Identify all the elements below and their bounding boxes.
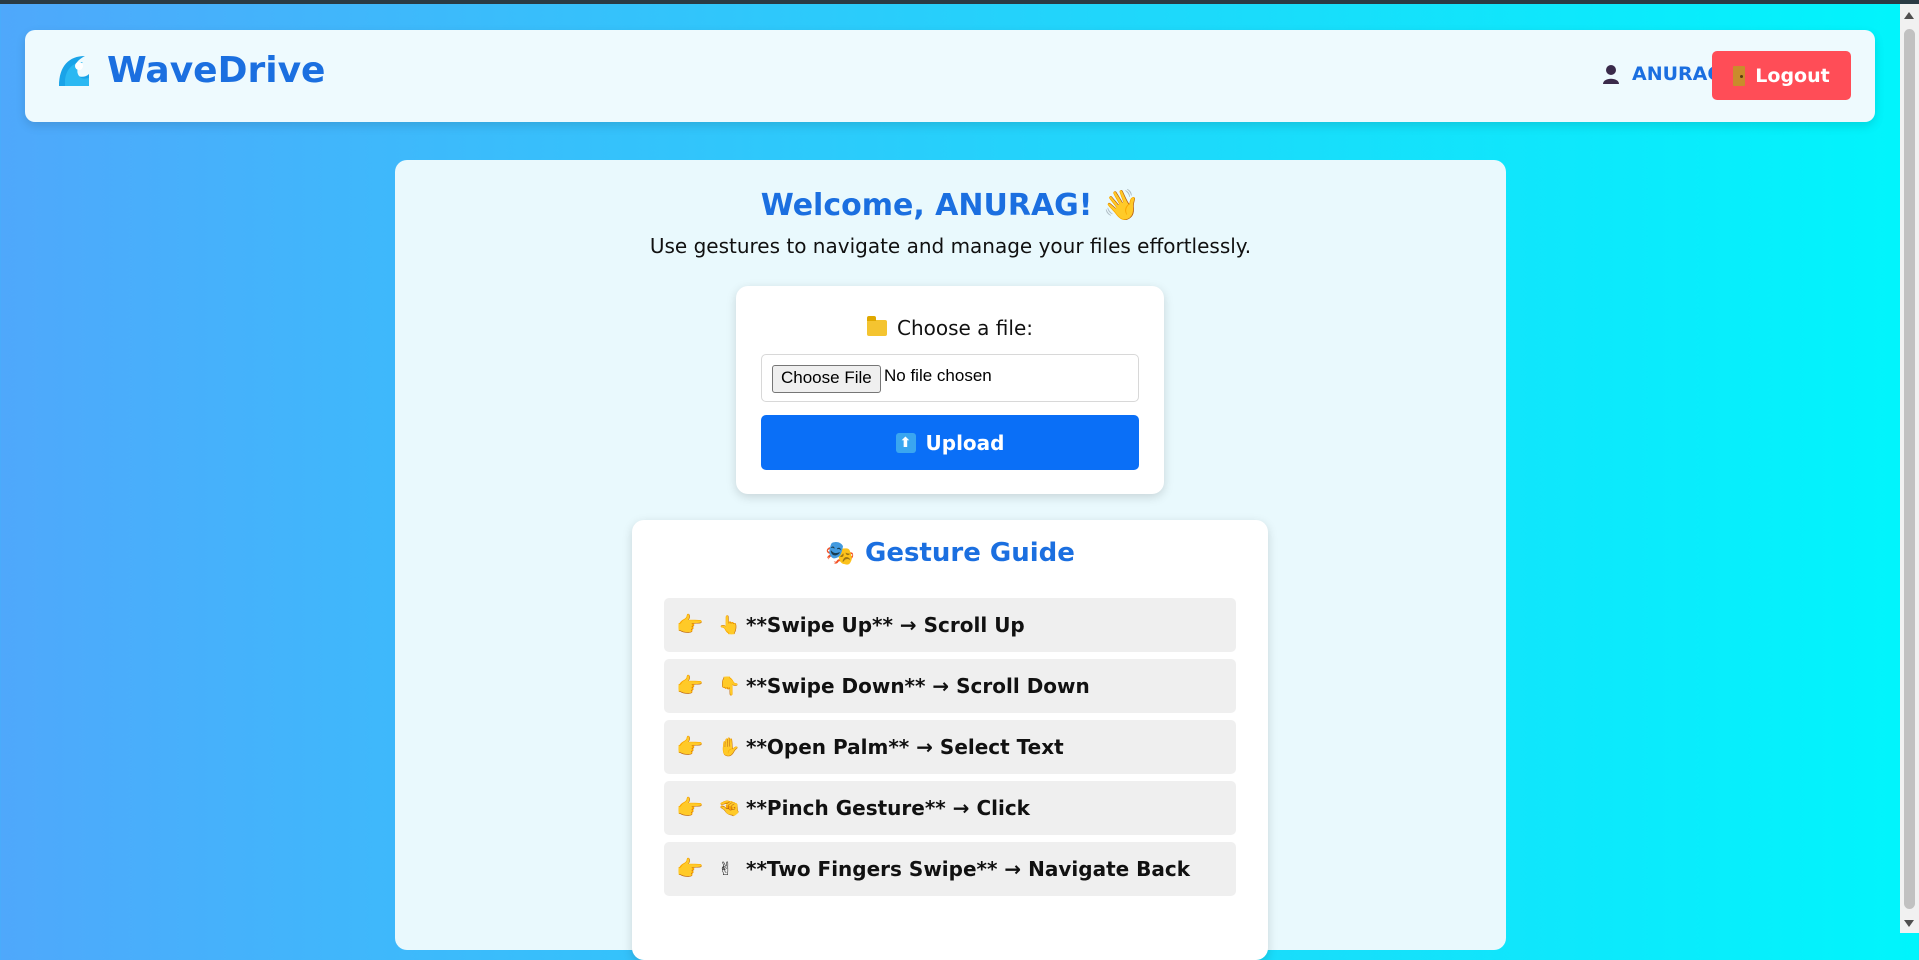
file-input[interactable]: Choose File No file chosen (761, 354, 1139, 402)
choose-file-text: Choose a file: (896, 316, 1033, 340)
pointing-right-icon: 👉 (676, 612, 704, 638)
user-icon (1603, 65, 1619, 84)
pointing-right-icon: 👉 (676, 856, 704, 882)
folder-icon (866, 316, 887, 336)
door-icon (1733, 65, 1746, 86)
gesture-item: 👉 🤏 **Pinch Gesture** → Click (664, 781, 1236, 835)
upload-card: Choose a file: Choose File No file chose… (736, 286, 1164, 494)
wave-icon (59, 55, 89, 86)
gesture-text: **Swipe Down** → Scroll Down (746, 674, 1090, 698)
up-arrow-icon: ⬆ (895, 432, 916, 453)
pointing-right-icon: 👉 (676, 795, 704, 821)
gesture-item: 👉 👇 **Swipe Down** → Scroll Down (664, 659, 1236, 713)
scroll-up-arrow-icon[interactable] (1904, 12, 1914, 19)
gesture-guide-card: 🎭 Gesture Guide 👉 👆 **Swipe Up** → Scrol… (632, 520, 1268, 960)
user-info: ANURAG (1602, 63, 1723, 85)
gesture-text: **Open Palm** → Select Text (746, 735, 1064, 759)
choose-file-label: Choose a file: (736, 316, 1164, 340)
welcome-heading: Welcome, ANURAG! 👋 (760, 188, 1141, 223)
swipe-up-icon: 👆 (718, 614, 741, 636)
open-palm-icon: ✋ (718, 736, 741, 758)
page-scrollbar[interactable] (1900, 4, 1919, 933)
window-top-border (0, 0, 1919, 4)
gesture-text: **Pinch Gesture** → Click (746, 796, 1030, 820)
choose-file-button[interactable]: Choose File (772, 365, 881, 393)
gesture-item: 👉 ✌ **Two Fingers Swipe** → Navigate Bac… (664, 842, 1236, 896)
pointing-right-icon: 👉 (676, 673, 704, 699)
upload-label: Upload (925, 430, 1005, 455)
brand-name: WaveDrive (107, 50, 326, 91)
two-fingers-icon: ✌ (718, 858, 734, 880)
masks-icon: 🎭 (825, 539, 855, 567)
logout-button[interactable]: Logout (1712, 51, 1851, 100)
welcome-subtitle: Use gestures to navigate and manage your… (649, 234, 1252, 258)
gesture-item: 👉 ✋ **Open Palm** → Select Text (664, 720, 1236, 774)
scroll-down-arrow-icon[interactable] (1904, 920, 1914, 927)
gesture-guide-title-text: Gesture Guide (864, 538, 1075, 568)
username: ANURAG (1632, 63, 1723, 85)
main-panel: Welcome, ANURAG! 👋 Use gestures to navig… (395, 160, 1506, 960)
pinch-icon: 🤏 (718, 797, 741, 819)
file-status: No file chosen (884, 366, 992, 385)
scrollbar-thumb[interactable] (1904, 29, 1915, 909)
navbar: WaveDrive ANURAG Logout (25, 30, 1875, 122)
gesture-guide-title: 🎭 Gesture Guide (632, 538, 1268, 568)
gesture-item: 👉 👆 **Swipe Up** → Scroll Up (664, 598, 1236, 652)
brand-link[interactable]: WaveDrive (55, 50, 325, 91)
gesture-text: **Swipe Up** → Scroll Up (746, 613, 1025, 637)
logout-label: Logout (1755, 64, 1830, 87)
gesture-text: **Two Fingers Swipe** → Navigate Back (746, 857, 1191, 881)
pointing-right-icon: 👉 (676, 734, 704, 760)
upload-button[interactable]: ⬆ Upload (761, 415, 1139, 470)
swipe-down-icon: 👇 (718, 675, 741, 697)
